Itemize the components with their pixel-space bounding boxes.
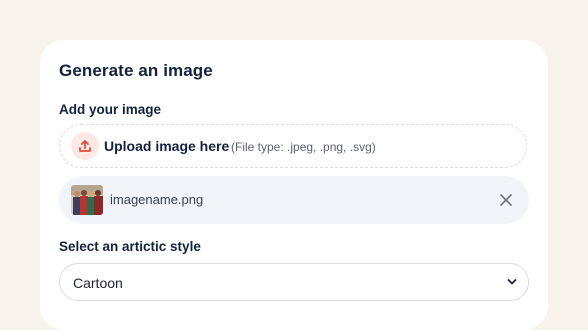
upload-section-label: Add your image	[59, 102, 162, 117]
style-section-label: Select an artictic style	[59, 239, 201, 254]
artistic-style-select[interactable]: Cartoon	[59, 263, 529, 301]
upload-dropzone[interactable]: Upload image here (File type: .jpeg, .pn…	[59, 124, 527, 168]
uploaded-file-item: imagename.png	[59, 176, 529, 224]
close-icon[interactable]	[499, 193, 513, 207]
file-name: imagename.png	[110, 192, 204, 207]
selected-style-value: Cartoon	[73, 275, 123, 291]
chevron-down-icon	[507, 279, 517, 285]
upload-icon	[79, 140, 91, 152]
upload-icon-badge	[71, 132, 99, 160]
page-title: Generate an image	[59, 61, 213, 80]
upload-button-label[interactable]: Upload image here	[104, 138, 229, 154]
generate-image-card: Generate an image Add your image Upload …	[40, 40, 548, 330]
image-thumbnail	[71, 185, 103, 215]
file-type-hint: (File type: .jpeg, .png, .svg)	[231, 140, 376, 154]
